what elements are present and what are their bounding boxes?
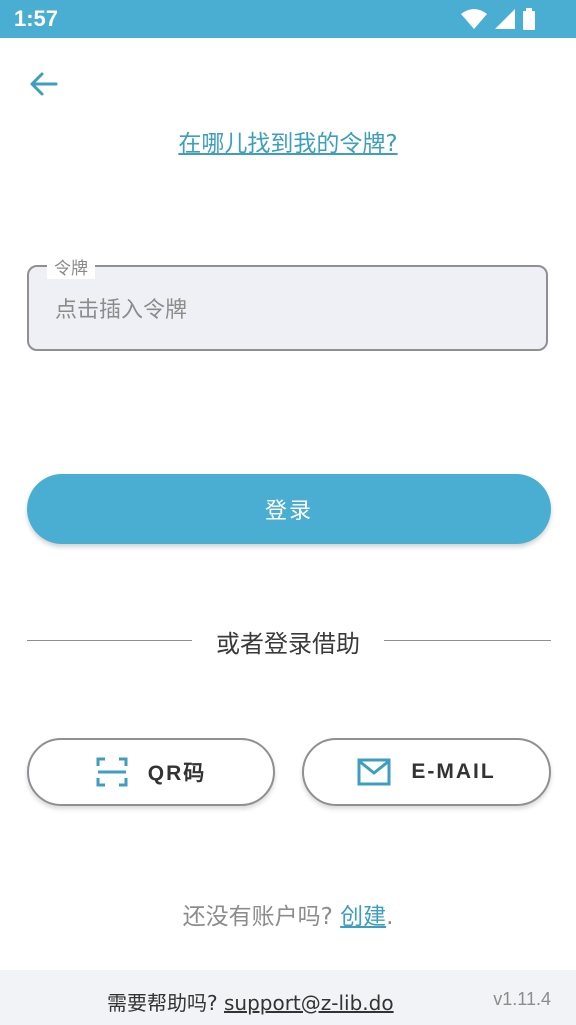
token-field-label: 令牌 (47, 254, 95, 279)
support-email-link[interactable]: support@z-lib.do (224, 991, 394, 1015)
version-label: v1.11.4 (493, 989, 551, 1009)
status-icons (460, 8, 536, 30)
mail-icon (357, 758, 391, 786)
footer: 需要帮助吗? support@z-lib.do v1.11.4 (0, 970, 576, 1025)
login-button[interactable]: 登录 (27, 474, 551, 544)
or-login-with-text: 或者登录借助 (216, 630, 360, 658)
create-account-link[interactable]: 创建 (340, 904, 386, 930)
help-text: 需要帮助吗? support@z-lib.do (107, 987, 394, 1016)
token-input[interactable] (53, 289, 527, 331)
signup-suffix: . (386, 904, 394, 930)
token-field[interactable]: 令牌 (27, 254, 548, 351)
help-prompt: 需要帮助吗? (107, 991, 218, 1015)
battery-icon (523, 8, 535, 30)
wifi-icon (461, 9, 487, 29)
qr-login-button[interactable]: QR码 (27, 738, 275, 806)
arrow-left-icon (30, 72, 58, 96)
email-login-label: E-MAIL (411, 760, 496, 783)
where-find-token-link[interactable]: 在哪儿找到我的令牌? (0, 124, 576, 158)
email-login-button[interactable]: E-MAIL (302, 738, 551, 806)
signal-icon (495, 9, 515, 29)
qr-login-label: QR码 (147, 762, 207, 785)
status-time: 1:57 (14, 6, 59, 31)
back-button[interactable] (26, 66, 62, 102)
qr-scan-icon (96, 757, 128, 787)
signup-prompt-text: 还没有账户吗? (182, 904, 333, 930)
status-bar: 1:57 (0, 0, 576, 38)
divider-right (384, 640, 551, 641)
signup-prompt: 还没有账户吗? 创建. (0, 897, 576, 931)
